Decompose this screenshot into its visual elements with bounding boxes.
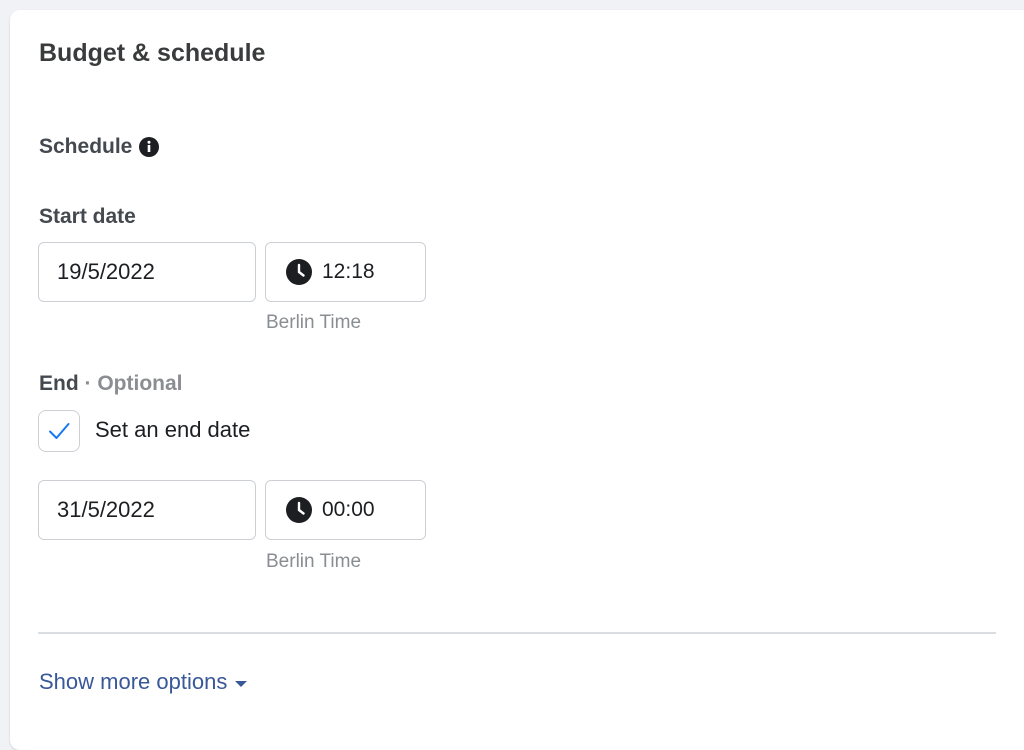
end-date-checkbox[interactable] bbox=[38, 410, 80, 452]
caret-down-icon bbox=[235, 681, 248, 687]
end-label-text: End bbox=[39, 372, 79, 395]
end-date-input[interactable]: 31/5/2022 bbox=[38, 480, 256, 540]
show-more-options-link[interactable]: Show more options bbox=[39, 669, 248, 695]
start-date-input[interactable]: 19/5/2022 bbox=[38, 242, 256, 302]
show-more-options-label: Show more options bbox=[39, 669, 228, 694]
end-time-value: 00:00 bbox=[322, 498, 375, 521]
clock-icon bbox=[285, 496, 313, 524]
start-timezone-label: Berlin Time bbox=[266, 312, 362, 333]
budget-schedule-card: Budget & schedule Schedule Start date 19… bbox=[10, 10, 1024, 750]
card-title: Budget & schedule bbox=[39, 39, 266, 67]
schedule-section-label: Schedule bbox=[39, 135, 160, 159]
clock-icon bbox=[285, 258, 313, 286]
schedule-label: Schedule bbox=[39, 135, 133, 158]
end-date-checkbox-label[interactable]: Set an end date bbox=[95, 417, 250, 443]
divider bbox=[38, 632, 996, 634]
info-icon[interactable] bbox=[138, 136, 160, 158]
end-label: End · Optional bbox=[39, 372, 183, 396]
end-time-input[interactable]: 00:00 bbox=[265, 480, 426, 540]
start-date-label: Start date bbox=[39, 205, 136, 228]
checkmark-icon bbox=[49, 423, 70, 439]
end-timezone-label: Berlin Time bbox=[266, 551, 362, 572]
end-optional-text: · Optional bbox=[78, 372, 183, 395]
start-time-value: 12:18 bbox=[322, 260, 375, 283]
start-time-input[interactable]: 12:18 bbox=[265, 242, 426, 302]
